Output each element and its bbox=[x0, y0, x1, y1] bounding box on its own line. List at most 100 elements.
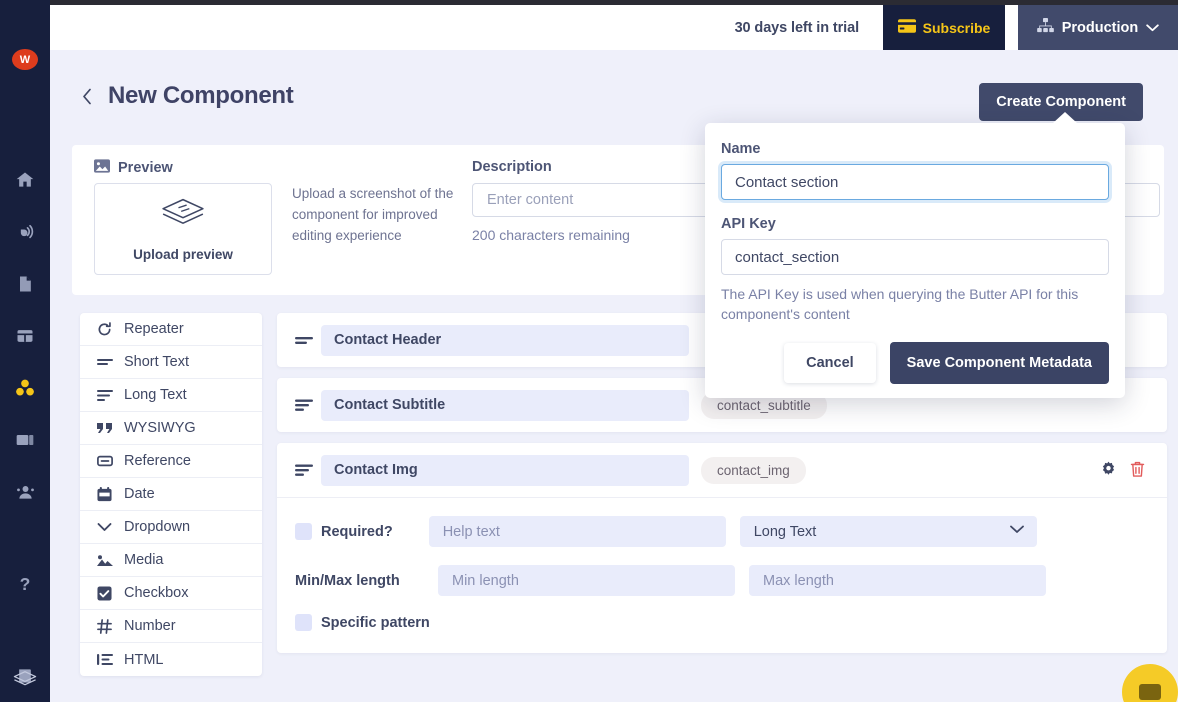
cancel-button[interactable]: Cancel bbox=[784, 343, 876, 383]
palette-label: Number bbox=[124, 618, 176, 634]
popover-spacer bbox=[721, 200, 1109, 216]
preview-help-text: Upload a screenshot of the component for… bbox=[292, 186, 454, 243]
trash-icon[interactable] bbox=[1130, 461, 1145, 478]
palette-item-html[interactable]: HTML bbox=[80, 643, 262, 676]
back-button[interactable] bbox=[82, 88, 93, 105]
required-checkbox[interactable] bbox=[295, 523, 312, 540]
field-row: contact_img bbox=[277, 443, 1167, 653]
chevron-down-icon bbox=[96, 522, 113, 532]
field-type-palette: Repeater Short Text Long Text WYSIWYG Re… bbox=[80, 313, 262, 676]
media-image-icon bbox=[15, 430, 35, 450]
sitemap-icon bbox=[1036, 18, 1054, 37]
sidebar-item-media[interactable] bbox=[0, 414, 50, 466]
palette-label: Short Text bbox=[124, 354, 190, 370]
field-name-input[interactable] bbox=[321, 324, 689, 356]
hash-icon bbox=[96, 618, 113, 634]
preview-label-text: Preview bbox=[118, 160, 173, 176]
palette-item-number[interactable]: Number bbox=[80, 610, 262, 643]
repeater-refresh-icon bbox=[96, 321, 113, 337]
users-icon bbox=[15, 482, 36, 503]
subscribe-button[interactable]: Subscribe bbox=[883, 5, 1005, 50]
palette-item-long-text[interactable]: Long Text bbox=[80, 379, 262, 412]
short-text-drag-icon[interactable] bbox=[295, 334, 321, 347]
field-row-actions bbox=[1100, 461, 1145, 478]
question-mark-icon: ? bbox=[15, 573, 35, 595]
palette-label: Long Text bbox=[124, 387, 187, 403]
component-api-key-input[interactable] bbox=[721, 239, 1109, 275]
long-text-drag-icon[interactable] bbox=[295, 398, 321, 413]
top-header: 30 days left in trial Subscribe Producti… bbox=[50, 5, 1178, 50]
field-type-select[interactable]: Long Text bbox=[739, 516, 1037, 547]
palette-label: Date bbox=[124, 486, 155, 502]
sidebar-item-blog[interactable] bbox=[0, 206, 50, 258]
field-api-key-badge[interactable]: contact_img bbox=[701, 456, 806, 484]
palette-item-wysiwyg[interactable]: WYSIWYG bbox=[80, 412, 262, 445]
sidebar-logo[interactable] bbox=[0, 669, 50, 694]
reference-link-icon bbox=[96, 455, 113, 467]
gear-icon[interactable] bbox=[1100, 461, 1117, 478]
short-text-icon bbox=[96, 356, 113, 368]
credit-card-icon bbox=[897, 19, 916, 36]
table-icon bbox=[15, 326, 35, 346]
sidebar-item-components[interactable] bbox=[0, 362, 50, 414]
field-type-select-wrap: Long Text bbox=[739, 516, 1037, 547]
max-length-input[interactable] bbox=[749, 565, 1046, 596]
calendar-icon bbox=[96, 486, 113, 502]
checkbox-checked-icon bbox=[96, 585, 113, 601]
home-icon bbox=[15, 170, 35, 190]
palette-label: HTML bbox=[124, 651, 164, 668]
butter-stack-logo-icon bbox=[12, 669, 38, 694]
sidebar-item-pages[interactable] bbox=[0, 258, 50, 310]
page-icon bbox=[15, 274, 35, 294]
palette-item-reference[interactable]: Reference bbox=[80, 445, 262, 478]
sidebar-items: ? bbox=[0, 154, 50, 702]
popover-api-key-label: API Key bbox=[721, 216, 776, 232]
page-title: New Component bbox=[108, 82, 294, 109]
list-icon bbox=[96, 653, 113, 666]
field-row-header: contact_img bbox=[277, 443, 1167, 497]
palette-label: Media bbox=[124, 552, 164, 568]
palette-item-date[interactable]: Date bbox=[80, 478, 262, 511]
description-char-count: 200 characters remaining bbox=[472, 227, 630, 243]
popover-name-label: Name bbox=[721, 141, 761, 157]
popover-help-text: The API Key is used when querying the Bu… bbox=[721, 286, 1079, 322]
stack-icon bbox=[158, 196, 208, 239]
sidebar-item-collections[interactable] bbox=[0, 310, 50, 362]
upload-preview-dropzone[interactable]: Upload preview bbox=[94, 183, 272, 275]
avatar[interactable]: W bbox=[12, 49, 38, 70]
field-name-input[interactable] bbox=[321, 454, 689, 486]
image-icon bbox=[94, 159, 110, 177]
save-component-metadata-button[interactable]: Save Component Metadata bbox=[889, 342, 1109, 384]
environment-selector[interactable]: Production bbox=[1018, 5, 1178, 50]
palette-item-media[interactable]: Media bbox=[80, 544, 262, 577]
palette-item-checkbox[interactable]: Checkbox bbox=[80, 577, 262, 610]
help-text-input[interactable] bbox=[428, 516, 726, 547]
popover-actions: Cancel Save Component Metadata bbox=[721, 342, 1109, 384]
specific-pattern-checkbox[interactable] bbox=[295, 614, 312, 631]
app-root: W ? 30 days left in trial Subscribe Prod… bbox=[0, 0, 1178, 702]
palette-item-repeater[interactable]: Repeater bbox=[80, 313, 262, 346]
sidebar-nav: W ? bbox=[0, 0, 50, 702]
palette-label: WYSIWYG bbox=[124, 420, 196, 436]
field-required-row: Required? Long Text bbox=[295, 516, 1149, 547]
sidebar-item-team[interactable] bbox=[0, 466, 50, 518]
trial-status-text: 30 days left in trial bbox=[734, 19, 860, 36]
sidebar-item-home[interactable] bbox=[0, 154, 50, 206]
palette-item-short-text[interactable]: Short Text bbox=[80, 346, 262, 379]
min-length-input[interactable] bbox=[438, 565, 735, 596]
field-row-settings: Required? Long Text Min/Max lengt bbox=[277, 497, 1167, 653]
required-label: Required? bbox=[321, 523, 393, 540]
preview-section-label: Preview bbox=[94, 159, 173, 177]
component-name-input[interactable] bbox=[721, 164, 1109, 200]
components-icon bbox=[14, 377, 36, 399]
field-name-input[interactable] bbox=[321, 389, 689, 421]
chevron-down-icon bbox=[1146, 20, 1159, 36]
palette-label: Repeater bbox=[124, 321, 184, 337]
long-text-drag-icon[interactable] bbox=[295, 463, 321, 478]
upload-preview-label: Upload preview bbox=[133, 247, 233, 262]
field-minmax-row: Min/Max length bbox=[295, 565, 1149, 596]
environment-label: Production bbox=[1061, 19, 1139, 36]
palette-item-dropdown[interactable]: Dropdown bbox=[80, 511, 262, 544]
media-mountain-icon bbox=[96, 554, 113, 567]
sidebar-item-help[interactable]: ? bbox=[0, 558, 50, 610]
